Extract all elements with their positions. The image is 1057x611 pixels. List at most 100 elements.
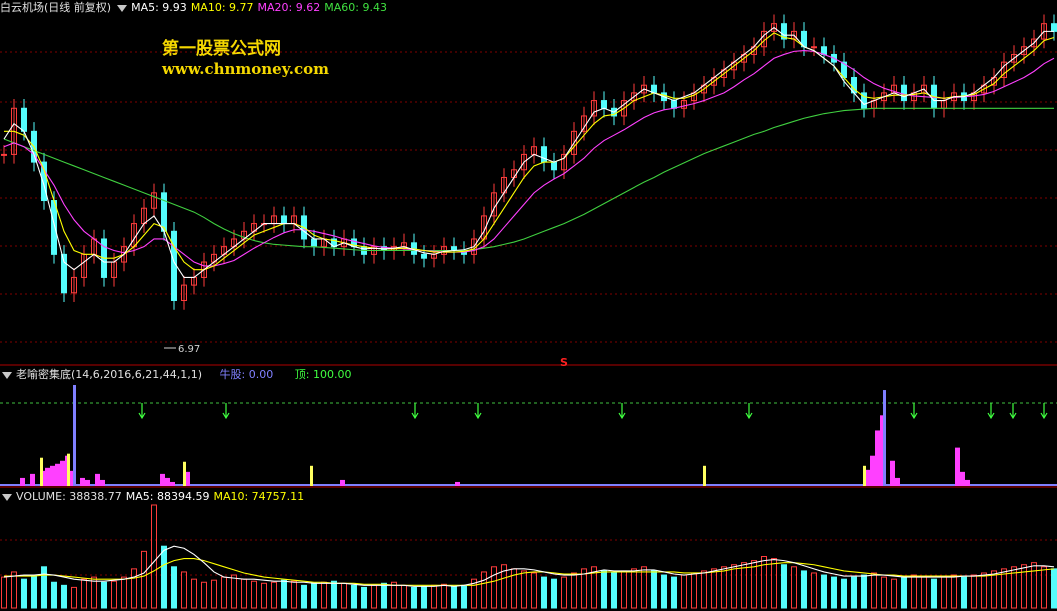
volume-bar: [41, 566, 47, 609]
yellow-bar: [40, 457, 43, 486]
volume-bar: [841, 578, 847, 609]
candle: [811, 46, 817, 49]
volume-bar: [111, 580, 117, 609]
volume-bar: [461, 584, 467, 609]
volume-bar: [971, 574, 977, 609]
volume-bar: [141, 550, 147, 609]
magenta-bar: [95, 473, 100, 486]
volume-bar: [121, 576, 127, 609]
volume-bar: [81, 578, 87, 609]
candle: [671, 100, 677, 109]
magenta-bar: [100, 479, 105, 486]
low-price-label: 6.97: [178, 344, 200, 355]
volume-bar: [931, 578, 937, 609]
volume-bar: [31, 574, 37, 609]
volume-bar: [281, 579, 287, 609]
down-arrow-marker: [618, 403, 626, 420]
volume-bar: [191, 578, 197, 609]
volume-bar: [241, 578, 247, 609]
magenta-bar: [20, 477, 25, 486]
volume-bar: [221, 576, 227, 609]
volume-bar: [481, 571, 487, 609]
volume-bar: [881, 576, 887, 609]
volume-bar: [901, 576, 907, 609]
volume-bar: [251, 580, 257, 609]
volume-bar: [361, 586, 367, 609]
sell-signal-marker: S: [560, 356, 568, 369]
candle: [51, 200, 57, 255]
volume-bar: [821, 574, 827, 609]
volume-bar: [261, 582, 267, 609]
magenta-bar: [965, 479, 970, 486]
volume-bar: [61, 584, 67, 609]
volume-bar: [431, 584, 437, 609]
down-arrow-marker: [474, 403, 482, 420]
candle: [901, 84, 907, 102]
volume-bar: [531, 572, 537, 609]
volume-bar: [541, 576, 547, 609]
volume-bar: [491, 566, 497, 609]
magenta-bar: [870, 455, 875, 486]
volume-bar: [911, 574, 917, 609]
blue-bar: [73, 385, 76, 486]
volume-bar: [521, 570, 527, 609]
candle: [21, 107, 27, 132]
volume-bar: [401, 584, 407, 609]
magenta-bar: [170, 481, 175, 486]
chart-canvas: 6.97 S: [0, 14, 1057, 609]
candle: [601, 100, 607, 109]
volume-bar: [621, 570, 627, 609]
candle: [311, 238, 317, 248]
candle: [551, 161, 557, 171]
yellow-bar: [310, 465, 313, 486]
volume-bar: [721, 566, 727, 609]
down-arrow-marker: [1040, 403, 1048, 420]
magenta-bar: [955, 447, 960, 486]
volume-bar: [231, 574, 237, 609]
volume-bar: [691, 572, 697, 609]
volume-bar: [771, 558, 777, 609]
yellow-bar: [863, 465, 866, 486]
volume-bar: [851, 576, 857, 609]
yellow-bar: [67, 453, 70, 486]
volume-bar: [741, 562, 747, 609]
blue-bar: [883, 390, 886, 486]
volume-bar: [1, 576, 7, 609]
volume-bar: [871, 572, 877, 609]
volume-bar: [861, 574, 867, 609]
volume-bar: [391, 581, 397, 609]
volume-bar: [71, 586, 77, 609]
magenta-bar: [60, 460, 65, 486]
candle: [171, 230, 177, 301]
volume-bar: [801, 570, 807, 609]
volume-bar: [51, 581, 57, 609]
volume-bar: [341, 582, 347, 609]
magenta-bar: [165, 477, 170, 486]
volume-bar: [951, 574, 957, 609]
ma5-line: [3, 26, 1054, 278]
volume-bar: [371, 584, 377, 609]
magenta-bar: [890, 460, 895, 486]
down-arrow-marker: [910, 403, 918, 420]
volume-bar: [421, 585, 427, 609]
candle: [1051, 23, 1057, 32]
candle: [161, 192, 167, 232]
volume-bar: [271, 581, 277, 609]
volume-bar: [781, 564, 787, 609]
volume-bar: [381, 582, 387, 609]
magenta-bar: [30, 473, 35, 486]
yellow-bar: [183, 461, 186, 486]
candle: [421, 253, 427, 259]
volume-bar: [1031, 562, 1037, 609]
volume-bar: [891, 578, 897, 609]
volume-bar: [211, 579, 217, 609]
volume-bar: [811, 572, 817, 609]
magenta-bar: [875, 430, 880, 486]
volume-bar: [291, 580, 297, 609]
volume-bar: [921, 576, 927, 609]
volume-bar: [681, 574, 687, 609]
volume-bar: [451, 585, 457, 609]
down-arrow-marker: [222, 403, 230, 420]
volume-bar: [1051, 568, 1057, 609]
volume-bar: [701, 570, 707, 609]
